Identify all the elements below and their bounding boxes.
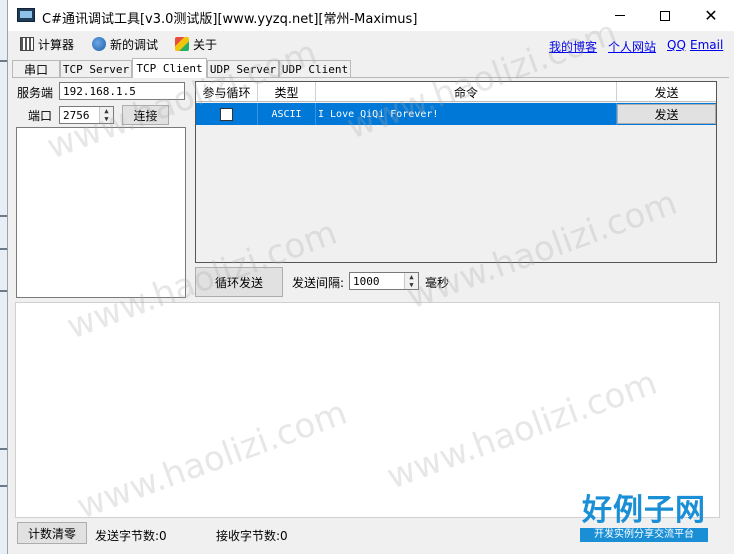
port-value: 2756 [63, 108, 90, 122]
tab-tcp-client[interactable]: TCP Client [132, 58, 207, 78]
column-loop: 参与循环 [196, 82, 258, 102]
personal-site-link[interactable]: 个人网站 [608, 38, 656, 55]
loop-checkbox[interactable] [220, 107, 233, 121]
maximize-icon [660, 10, 670, 21]
tab-udp-server[interactable]: UDP Server [207, 60, 279, 78]
brand-watermark: 好例子网 开发实例分享交流平台 [580, 494, 708, 542]
column-type: 类型 [258, 82, 316, 102]
menu-about-label: 关于 [193, 37, 218, 52]
loop-send-button[interactable]: 循环发送 [195, 267, 283, 297]
email-link[interactable]: Email [690, 38, 723, 52]
row-send-button[interactable]: 发送 [617, 104, 716, 124]
interval-stepper[interactable]: 1000 ▲ ▼ [349, 272, 419, 290]
interval-unit: 毫秒 [425, 276, 450, 290]
command-cell[interactable]: I Love QiQi Forever! [316, 103, 617, 125]
menu-about[interactable]: 关于 [175, 35, 217, 53]
command-grid[interactable]: 参与循环 类型 命令 发送 ASCII I Love QiQi Forever!… [195, 81, 717, 263]
tab-udp-client[interactable]: UDP Client [279, 60, 351, 78]
sent-bytes: 发送字节数:0 [95, 529, 167, 543]
new-debug-icon [92, 37, 106, 51]
calculator-icon [20, 37, 34, 51]
loop-cell[interactable] [196, 103, 258, 125]
close-icon: ✕ [704, 6, 718, 25]
minimize-button[interactable] [597, 0, 643, 31]
clear-count-button[interactable]: 计数清零 [17, 522, 87, 544]
port-label: 端口 [28, 109, 53, 123]
connect-button[interactable]: 连接 [122, 105, 169, 125]
app-window: C#通讯调试工具[v3.0测试版][www.yyzq.net][常州-Maxim… [7, 0, 734, 554]
receive-output[interactable] [15, 302, 720, 518]
interval-value: 1000 [353, 274, 380, 288]
interval-spinner[interactable]: ▲ ▼ [404, 273, 418, 289]
spin-down-icon[interactable]: ▼ [405, 281, 418, 289]
table-row[interactable]: ASCII I Love QiQi Forever! 发送 [196, 103, 716, 125]
server-input[interactable]: 192.168.1.5 [59, 82, 185, 100]
about-icon [175, 37, 189, 51]
blog-link[interactable]: 我的博客 [549, 38, 597, 55]
column-send: 发送 [654, 85, 679, 100]
menu-new-debug[interactable]: 新的调试 [92, 35, 158, 53]
interval-label: 发送间隔: [292, 276, 345, 290]
received-bytes: 接收字节数:0 [216, 529, 288, 543]
column-command: 命令 [316, 82, 617, 102]
tab-tcp-server[interactable]: TCP Server [60, 60, 132, 78]
spin-down-icon[interactable]: ▼ [100, 115, 113, 123]
brand-slogan: 开发实例分享交流平台 [580, 528, 708, 542]
close-button[interactable]: ✕ [688, 0, 734, 31]
maximize-button[interactable] [642, 0, 688, 31]
window-title: C#通讯调试工具[v3.0测试版][www.yyzq.net][常州-Maxim… [42, 12, 418, 27]
port-spinner[interactable]: ▲ ▼ [99, 107, 113, 123]
menu-new-debug-label: 新的调试 [110, 37, 159, 52]
server-label: 服务端 [17, 86, 54, 100]
tab-serial[interactable]: 串口 [12, 60, 60, 78]
connection-list[interactable] [16, 127, 186, 298]
type-cell[interactable]: ASCII [258, 103, 316, 125]
qq-link[interactable]: QQ [667, 38, 686, 52]
brand-name: 好例子网 [582, 493, 706, 528]
menu-calculator-label: 计算器 [38, 37, 75, 52]
spin-up-icon[interactable]: ▲ [405, 273, 418, 281]
menu-calculator[interactable]: 计算器 [20, 35, 74, 53]
spin-up-icon[interactable]: ▲ [100, 107, 113, 115]
port-stepper[interactable]: 2756 ▲ ▼ [59, 106, 114, 124]
title-bar[interactable]: C#通讯调试工具[v3.0测试版][www.yyzq.net][常州-Maxim… [8, 0, 734, 31]
grid-header: 参与循环 类型 命令 发送 [196, 82, 716, 102]
app-icon [17, 8, 35, 22]
tab-panel-border [12, 77, 729, 78]
minimize-icon [615, 15, 625, 16]
